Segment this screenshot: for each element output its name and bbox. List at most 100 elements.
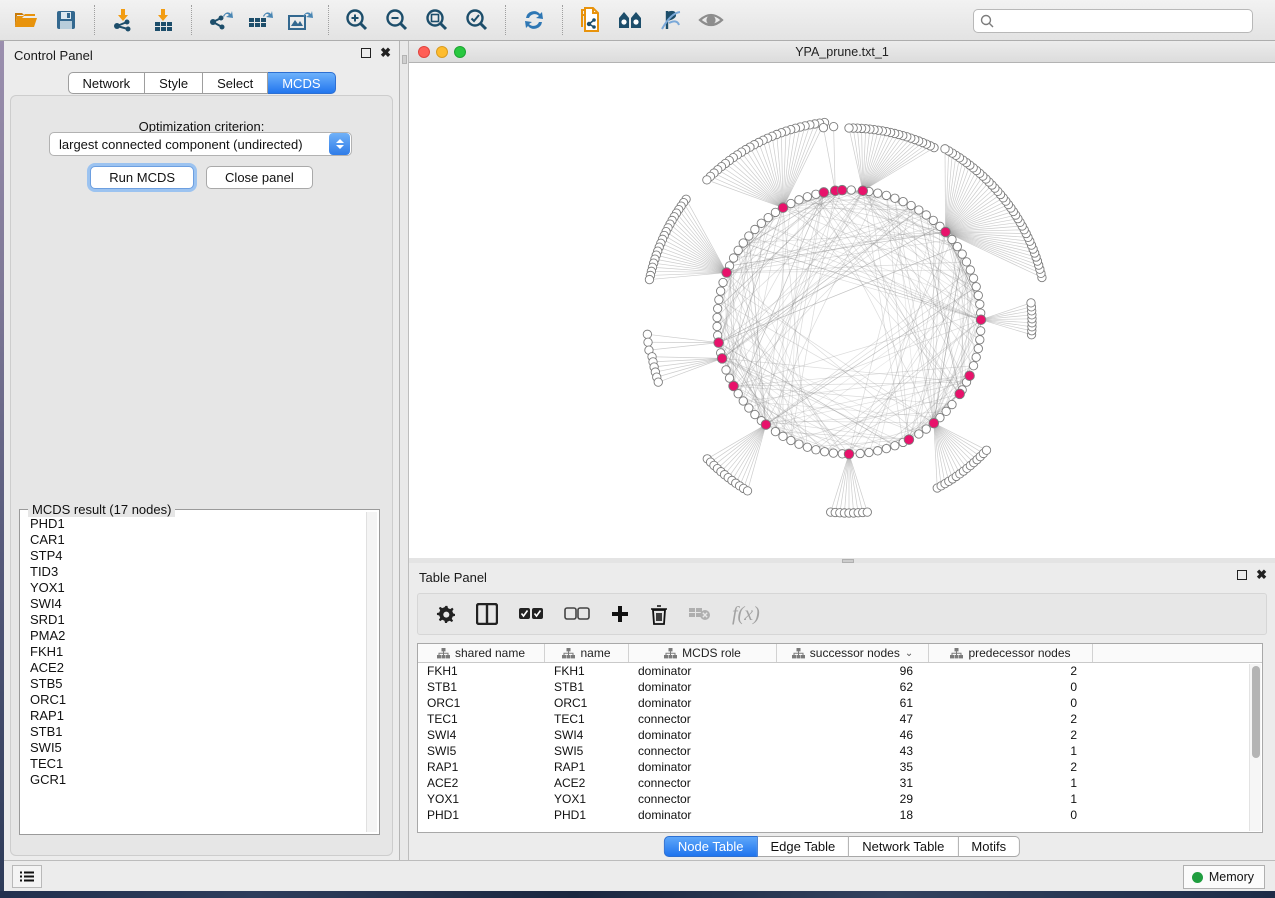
refresh-layout-icon[interactable] (518, 5, 550, 35)
table-row[interactable]: RAP1RAP1dominator352 (418, 759, 1262, 775)
network-node[interactable] (874, 447, 882, 455)
network-node[interactable] (729, 254, 737, 262)
network-node[interactable] (972, 283, 980, 291)
find-neighbors-icon[interactable] (615, 5, 647, 35)
network-node[interactable] (745, 404, 753, 412)
network-node[interactable] (899, 197, 907, 205)
table-row[interactable]: ACE2ACE2connector311 (418, 775, 1262, 791)
network-node[interactable] (722, 366, 730, 374)
network-node[interactable] (948, 400, 956, 408)
run-mcds-button[interactable]: Run MCDS (90, 166, 194, 189)
mcds-dominator-node[interactable] (858, 186, 868, 196)
open-file-icon[interactable] (10, 5, 42, 35)
network-node[interactable] (757, 219, 765, 227)
network-node[interactable] (847, 186, 855, 194)
network-node[interactable] (716, 287, 724, 295)
tab-network-table[interactable]: Network Table (849, 836, 958, 857)
mcds-dominator-node[interactable] (714, 338, 724, 348)
zoom-out-icon[interactable] (381, 5, 413, 35)
leaf-node[interactable] (829, 122, 837, 130)
leaf-node[interactable] (1027, 299, 1035, 307)
table-row[interactable]: TEC1TEC1connector472 (418, 711, 1262, 727)
float-panel-icon[interactable] (1237, 570, 1247, 580)
network-node[interactable] (962, 258, 970, 266)
network-node[interactable] (974, 344, 982, 352)
mcds-dominator-node[interactable] (976, 315, 986, 325)
network-node[interactable] (865, 448, 873, 456)
mcds-dominator-node[interactable] (778, 203, 788, 213)
network-node[interactable] (929, 216, 937, 224)
mcds-result-item[interactable]: ACE2 (22, 660, 365, 676)
mcds-result-item[interactable]: STB1 (22, 724, 365, 740)
network-node[interactable] (856, 449, 864, 457)
graphics-details-icon[interactable] (655, 5, 687, 35)
clone-network-icon[interactable] (575, 5, 607, 35)
mcds-result-item[interactable]: STB5 (22, 676, 365, 692)
leaf-node[interactable] (703, 176, 711, 184)
search-input[interactable] (999, 14, 1246, 28)
network-node[interactable] (713, 322, 721, 330)
network-node[interactable] (779, 432, 787, 440)
network-node[interactable] (829, 449, 837, 457)
leaf-node[interactable] (863, 508, 871, 516)
network-node[interactable] (795, 440, 803, 448)
mcds-result-item[interactable]: CAR1 (22, 532, 365, 548)
network-node[interactable] (891, 442, 899, 450)
network-window-titlebar[interactable]: YPA_prune.txt_1 (409, 41, 1275, 63)
close-panel-icon[interactable]: ✖ (380, 48, 391, 58)
network-node[interactable] (820, 448, 828, 456)
mcds-result-item[interactable]: SWI4 (22, 596, 365, 612)
mcds-result-item[interactable]: TID3 (22, 564, 365, 580)
network-node[interactable] (915, 430, 923, 438)
table-settings-icon[interactable] (436, 604, 456, 624)
leaf-node[interactable] (645, 275, 653, 283)
mcds-result-item[interactable]: SWI5 (22, 740, 365, 756)
search-field[interactable] (973, 9, 1253, 33)
network-node[interactable] (976, 327, 984, 335)
import-table-icon[interactable] (147, 5, 179, 35)
leaf-node[interactable] (941, 145, 949, 153)
network-node[interactable] (745, 232, 753, 240)
mcds-dominator-node[interactable] (844, 449, 854, 459)
tab-style[interactable]: Style (145, 72, 203, 94)
mcds-result-item[interactable]: ORC1 (22, 692, 365, 708)
mcds-dominator-node[interactable] (819, 188, 829, 198)
panel-splitter-vertical[interactable] (400, 41, 409, 860)
network-graph[interactable] (409, 63, 1275, 558)
close-panel-button[interactable]: Close panel (206, 166, 313, 189)
mcds-dominator-node[interactable] (929, 418, 939, 428)
node-table[interactable]: shared namenameMCDS rolesuccessor nodes⌄… (417, 643, 1263, 833)
mcds-dominator-node[interactable] (837, 185, 847, 195)
network-node[interactable] (713, 313, 721, 321)
export-network-icon[interactable] (204, 5, 236, 35)
deselect-all-icon[interactable] (564, 607, 590, 621)
table-row[interactable]: FKH1FKH1dominator962 (418, 663, 1262, 679)
network-node[interactable] (922, 211, 930, 219)
network-node[interactable] (922, 425, 930, 433)
delete-column-icon[interactable] (650, 604, 668, 625)
network-node[interactable] (751, 410, 759, 418)
memory-button[interactable]: Memory (1183, 865, 1265, 889)
network-node[interactable] (739, 397, 747, 405)
column-header-successor-nodes[interactable]: successor nodes⌄ (777, 644, 929, 662)
mcds-dominator-node[interactable] (965, 371, 975, 381)
mcds-result-item[interactable]: PHD1 (22, 516, 365, 532)
zoom-in-icon[interactable] (341, 5, 373, 35)
leaf-node[interactable] (982, 446, 990, 454)
add-column-icon[interactable] (610, 604, 630, 624)
network-node[interactable] (771, 427, 779, 435)
network-node[interactable] (719, 278, 727, 286)
network-node[interactable] (891, 194, 899, 202)
tab-node-table[interactable]: Node Table (664, 836, 758, 857)
leaf-node[interactable] (643, 330, 651, 338)
import-network-icon[interactable] (107, 5, 139, 35)
network-node[interactable] (969, 362, 977, 370)
column-header-name[interactable]: name (545, 644, 629, 662)
network-node[interactable] (958, 250, 966, 258)
panel-menu-button[interactable] (12, 865, 42, 888)
mcds-dominator-node[interactable] (722, 268, 732, 278)
network-node[interactable] (713, 304, 721, 312)
mcds-dominator-node[interactable] (717, 354, 727, 364)
network-node[interactable] (734, 246, 742, 254)
show-hide-eye-icon[interactable] (695, 5, 727, 35)
